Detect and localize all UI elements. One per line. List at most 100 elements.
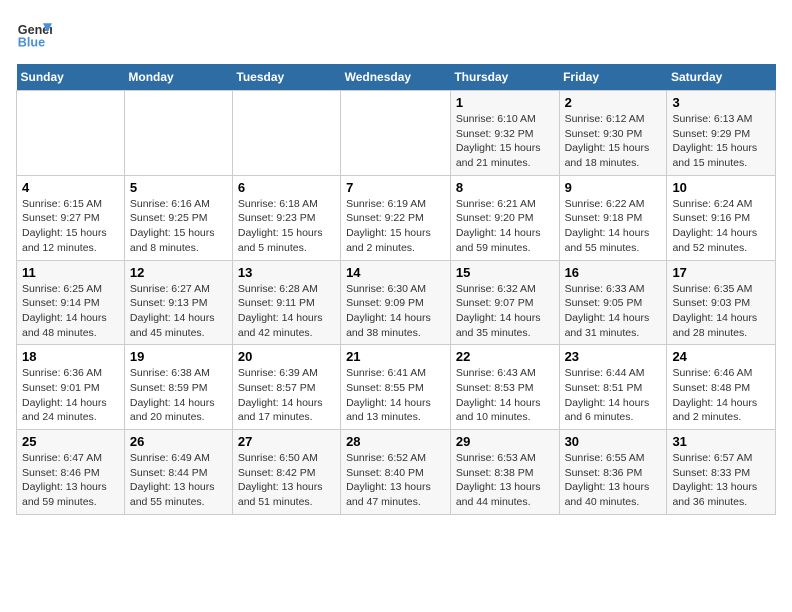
week-row-5: 25Sunrise: 6:47 AM Sunset: 8:46 PM Dayli…: [17, 430, 776, 515]
day-number: 6: [238, 180, 335, 195]
day-header-monday: Monday: [124, 64, 232, 91]
calendar-cell: [124, 91, 232, 176]
page-header: General Blue: [16, 16, 776, 52]
calendar-cell: 28 Sunrise: 6:52 AM Sunset: 8:40 PM Dayli…: [341, 430, 451, 515]
day-info: Sunrise: 6:46 AM Sunset: 8:48 PM Dayligh…: [672, 366, 770, 425]
logo-icon: General Blue: [16, 16, 52, 52]
day-info: Sunrise: 6:32 AM Sunset: 9:07 PM Dayligh…: [456, 282, 554, 341]
calendar-cell: 7Sunrise: 6:19 AM Sunset: 9:22 PM Daylig…: [341, 175, 451, 260]
calendar-cell: 29 Sunrise: 6:53 AM Sunset: 8:38 PM Dayli…: [450, 430, 559, 515]
day-info: Sunrise: 6:28 AM Sunset: 9:11 PM Dayligh…: [238, 282, 335, 341]
calendar-table: SundayMondayTuesdayWednesdayThursdayFrid…: [16, 64, 776, 515]
day-number: 19: [130, 349, 227, 364]
day-number: 29: [456, 434, 554, 449]
day-number: 13: [238, 265, 335, 280]
day-info: Sunrise: 6:21 AM Sunset: 9:20 PM Dayligh…: [456, 197, 554, 256]
calendar-cell: 20 Sunrise: 6:39 AM Sunset: 8:57 PM Dayli…: [232, 345, 340, 430]
day-info: Sunrise: 6:15 AM Sunset: 9:27 PM Dayligh…: [22, 197, 119, 256]
day-number: 3: [672, 95, 770, 110]
day-number: 30: [565, 434, 662, 449]
day-info: Sunrise: 6:27 AM Sunset: 9:13 PM Dayligh…: [130, 282, 227, 341]
day-info: Sunrise: 6:57 AM Sunset: 8:33 PM Dayligh…: [672, 451, 770, 510]
calendar-cell: 10Sunrise: 6:24 AM Sunset: 9:16 PM Dayli…: [667, 175, 776, 260]
day-number: 9: [565, 180, 662, 195]
week-row-2: 4Sunrise: 6:15 AM Sunset: 9:27 PM Daylig…: [17, 175, 776, 260]
week-row-3: 11Sunrise: 6:25 AM Sunset: 9:14 PM Dayli…: [17, 260, 776, 345]
day-header-wednesday: Wednesday: [341, 64, 451, 91]
day-number: 28: [346, 434, 445, 449]
calendar-cell: 2 Sunrise: 6:12 AM Sunset: 9:30 PM Daylig…: [559, 91, 667, 176]
day-number: 12: [130, 265, 227, 280]
day-header-saturday: Saturday: [667, 64, 776, 91]
day-info: Sunrise: 6:33 AM Sunset: 9:05 PM Dayligh…: [565, 282, 662, 341]
day-info: Sunrise: 6:38 AM Sunset: 8:59 PM Dayligh…: [130, 366, 227, 425]
day-number: 2: [565, 95, 662, 110]
calendar-cell: 16Sunrise: 6:33 AM Sunset: 9:05 PM Dayli…: [559, 260, 667, 345]
day-header-sunday: Sunday: [17, 64, 125, 91]
day-info: Sunrise: 6:53 AM Sunset: 8:38 PM Dayligh…: [456, 451, 554, 510]
day-header-friday: Friday: [559, 64, 667, 91]
day-info: Sunrise: 6:52 AM Sunset: 8:40 PM Dayligh…: [346, 451, 445, 510]
calendar-cell: [341, 91, 451, 176]
calendar-cell: 23Sunrise: 6:44 AM Sunset: 8:51 PM Dayli…: [559, 345, 667, 430]
calendar-cell: 27 Sunrise: 6:50 AM Sunset: 8:42 PM Dayli…: [232, 430, 340, 515]
day-info: Sunrise: 6:41 AM Sunset: 8:55 PM Dayligh…: [346, 366, 445, 425]
day-header-tuesday: Tuesday: [232, 64, 340, 91]
day-number: 20: [238, 349, 335, 364]
calendar-body: 1 Sunrise: 6:10 AM Sunset: 9:32 PM Daylig…: [17, 91, 776, 515]
day-info: Sunrise: 6:25 AM Sunset: 9:14 PM Dayligh…: [22, 282, 119, 341]
calendar-cell: 9 Sunrise: 6:22 AM Sunset: 9:18 PM Daylig…: [559, 175, 667, 260]
day-info: Sunrise: 6:18 AM Sunset: 9:23 PM Dayligh…: [238, 197, 335, 256]
calendar-cell: 6 Sunrise: 6:18 AM Sunset: 9:23 PM Daylig…: [232, 175, 340, 260]
day-info: Sunrise: 6:24 AM Sunset: 9:16 PM Dayligh…: [672, 197, 770, 256]
day-info: Sunrise: 6:49 AM Sunset: 8:44 PM Dayligh…: [130, 451, 227, 510]
calendar-cell: 17 Sunrise: 6:35 AM Sunset: 9:03 PM Dayli…: [667, 260, 776, 345]
day-number: 5: [130, 180, 227, 195]
day-info: Sunrise: 6:30 AM Sunset: 9:09 PM Dayligh…: [346, 282, 445, 341]
calendar-cell: 11Sunrise: 6:25 AM Sunset: 9:14 PM Dayli…: [17, 260, 125, 345]
calendar-cell: 15 Sunrise: 6:32 AM Sunset: 9:07 PM Dayli…: [450, 260, 559, 345]
day-number: 26: [130, 434, 227, 449]
calendar-cell: 30 Sunrise: 6:55 AM Sunset: 8:36 PM Dayli…: [559, 430, 667, 515]
calendar-cell: 22Sunrise: 6:43 AM Sunset: 8:53 PM Dayli…: [450, 345, 559, 430]
day-info: Sunrise: 6:50 AM Sunset: 8:42 PM Dayligh…: [238, 451, 335, 510]
calendar-cell: 1 Sunrise: 6:10 AM Sunset: 9:32 PM Daylig…: [450, 91, 559, 176]
day-number: 18: [22, 349, 119, 364]
calendar-cell: 12 Sunrise: 6:27 AM Sunset: 9:13 PM Dayli…: [124, 260, 232, 345]
day-number: 23: [565, 349, 662, 364]
day-info: Sunrise: 6:39 AM Sunset: 8:57 PM Dayligh…: [238, 366, 335, 425]
day-number: 14: [346, 265, 445, 280]
day-info: Sunrise: 6:12 AM Sunset: 9:30 PM Dayligh…: [565, 112, 662, 171]
day-number: 17: [672, 265, 770, 280]
day-info: Sunrise: 6:55 AM Sunset: 8:36 PM Dayligh…: [565, 451, 662, 510]
calendar-cell: 31 Sunrise: 6:57 AM Sunset: 8:33 PM Dayli…: [667, 430, 776, 515]
calendar-cell: [232, 91, 340, 176]
day-number: 1: [456, 95, 554, 110]
day-info: Sunrise: 6:16 AM Sunset: 9:25 PM Dayligh…: [130, 197, 227, 256]
day-number: 24: [672, 349, 770, 364]
svg-text:Blue: Blue: [18, 36, 45, 50]
week-row-4: 18 Sunrise: 6:36 AM Sunset: 9:01 PM Dayli…: [17, 345, 776, 430]
day-number: 8: [456, 180, 554, 195]
day-number: 25: [22, 434, 119, 449]
calendar-cell: 3Sunrise: 6:13 AM Sunset: 9:29 PM Daylig…: [667, 91, 776, 176]
day-info: Sunrise: 6:22 AM Sunset: 9:18 PM Dayligh…: [565, 197, 662, 256]
day-number: 15: [456, 265, 554, 280]
calendar-cell: 4Sunrise: 6:15 AM Sunset: 9:27 PM Daylig…: [17, 175, 125, 260]
day-number: 27: [238, 434, 335, 449]
day-info: Sunrise: 6:10 AM Sunset: 9:32 PM Dayligh…: [456, 112, 554, 171]
day-header-row: SundayMondayTuesdayWednesdayThursdayFrid…: [17, 64, 776, 91]
day-header-thursday: Thursday: [450, 64, 559, 91]
day-info: Sunrise: 6:36 AM Sunset: 9:01 PM Dayligh…: [22, 366, 119, 425]
day-number: 31: [672, 434, 770, 449]
calendar-cell: 21 Sunrise: 6:41 AM Sunset: 8:55 PM Dayli…: [341, 345, 451, 430]
day-info: Sunrise: 6:19 AM Sunset: 9:22 PM Dayligh…: [346, 197, 445, 256]
calendar-cell: 8 Sunrise: 6:21 AM Sunset: 9:20 PM Daylig…: [450, 175, 559, 260]
week-row-1: 1 Sunrise: 6:10 AM Sunset: 9:32 PM Daylig…: [17, 91, 776, 176]
calendar-cell: 19 Sunrise: 6:38 AM Sunset: 8:59 PM Dayli…: [124, 345, 232, 430]
calendar-cell: 25Sunrise: 6:47 AM Sunset: 8:46 PM Dayli…: [17, 430, 125, 515]
day-number: 21: [346, 349, 445, 364]
calendar-cell: 14 Sunrise: 6:30 AM Sunset: 9:09 PM Dayli…: [341, 260, 451, 345]
day-info: Sunrise: 6:43 AM Sunset: 8:53 PM Dayligh…: [456, 366, 554, 425]
day-info: Sunrise: 6:35 AM Sunset: 9:03 PM Dayligh…: [672, 282, 770, 341]
